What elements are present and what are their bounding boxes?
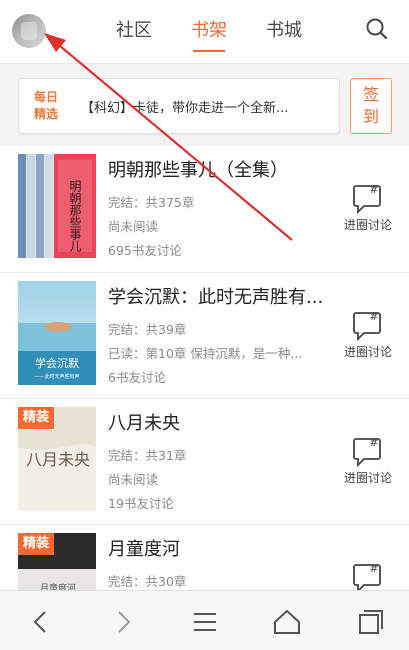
cover-title: 明朝那些事儿 — [68, 180, 82, 253]
daily-pick-tag-line1: 每日 — [33, 90, 58, 104]
book-status: 完结：共30章 — [108, 574, 187, 589]
book-item[interactable]: 八月未央 精装 八月未央 完结：共31章 尚未阅读 19书友讨论 # 进圈讨论 — [0, 398, 409, 524]
home-icon[interactable] — [270, 605, 304, 639]
discuss-label: 进圈讨论 — [343, 471, 392, 485]
back-icon[interactable] — [24, 605, 58, 639]
cover-title: 八月未央 — [26, 450, 90, 469]
book-item[interactable]: 学会沉默 ——此时无声胜有声 学会沉默：此时无声胜有... 完结：共39章 已读… — [0, 272, 409, 398]
avatar[interactable] — [12, 14, 46, 48]
daily-pick-banner[interactable]: 每日 精选 【科幻】卡徒，带你走进一个全新... — [18, 78, 340, 134]
svg-text:#: # — [369, 436, 378, 449]
discuss-button[interactable]: # 进圈讨论 — [338, 433, 398, 493]
daily-pick-tag: 每日 精选 — [29, 89, 63, 125]
book-title: 八月未央 — [108, 413, 180, 434]
cover-title: 学会沉默 — [35, 356, 79, 370]
pages-icon[interactable] — [352, 605, 386, 639]
book-discussion-count: 695书友讨论 — [108, 243, 182, 258]
signin-line2: 到 — [362, 107, 379, 126]
app-screen: 社区 书架 书城 每日 精选 【科幻】卡徒，带你走进一个全新... 签 到 明朝… — [0, 0, 409, 650]
discuss-label: 进圈讨论 — [343, 345, 392, 359]
book-title: 月童度河 — [108, 539, 180, 560]
chat-bubble-icon: # — [353, 310, 381, 342]
chat-bubble-icon: # — [353, 183, 381, 215]
premium-badge: 精装 — [18, 533, 55, 555]
tab-bar: 社区 书架 书城 — [104, 0, 314, 64]
forward-icon[interactable] — [106, 605, 140, 639]
discuss-label: 进圈讨论 — [343, 218, 392, 232]
book-cover: 明朝那些事儿 — [18, 154, 96, 258]
book-title: 学会沉默：此时无声胜有... — [108, 287, 324, 308]
book-status: 完结：共31章 — [108, 448, 187, 463]
discuss-button[interactable]: # 进圈讨论 — [338, 307, 398, 367]
book-title: 明朝那些事儿（全集） — [108, 160, 288, 181]
daily-pick-text: 【科幻】卡徒，带你走进一个全新... — [81, 101, 289, 116]
book-status: 完结：共39章 — [108, 322, 187, 337]
svg-text:#: # — [369, 310, 378, 323]
tab-bookshelf[interactable]: 书架 — [179, 0, 239, 64]
book-progress: 已读：第10章 保持沉默，是一种... — [108, 346, 303, 361]
book-status: 完结：共375章 — [108, 195, 195, 210]
signin-line1: 签 — [362, 85, 379, 104]
book-discussion-count: 6书友讨论 — [108, 370, 166, 385]
book-item[interactable]: 明朝那些事儿 明朝那些事儿（全集） 完结：共375章 尚未阅读 695书友讨论 … — [0, 146, 409, 272]
svg-text:#: # — [369, 562, 378, 575]
cover-subtitle: ——此时无声胜有声 — [34, 373, 79, 380]
daily-pick-tag-line2: 精选 — [33, 107, 58, 121]
svg-text:#: # — [369, 183, 378, 196]
premium-badge: 精装 — [18, 407, 55, 429]
bottom-nav-bar — [0, 590, 409, 650]
book-cover: 八月未央 精装 — [18, 407, 96, 511]
book-discussion-count: 19书友讨论 — [108, 496, 174, 511]
signin-button[interactable]: 签 到 — [350, 78, 392, 134]
top-bar: 社区 书架 书城 — [0, 0, 409, 64]
book-progress: 尚未阅读 — [108, 472, 159, 487]
tab-bookstore[interactable]: 书城 — [254, 0, 314, 64]
discuss-button[interactable]: # 进圈讨论 — [338, 180, 398, 240]
search-icon[interactable] — [362, 14, 392, 44]
chat-bubble-icon: # — [353, 436, 381, 468]
book-cover: 学会沉默 ——此时无声胜有声 — [18, 281, 96, 385]
tab-community[interactable]: 社区 — [104, 0, 164, 64]
menu-icon[interactable] — [188, 605, 222, 639]
book-progress: 尚未阅读 — [108, 219, 159, 234]
